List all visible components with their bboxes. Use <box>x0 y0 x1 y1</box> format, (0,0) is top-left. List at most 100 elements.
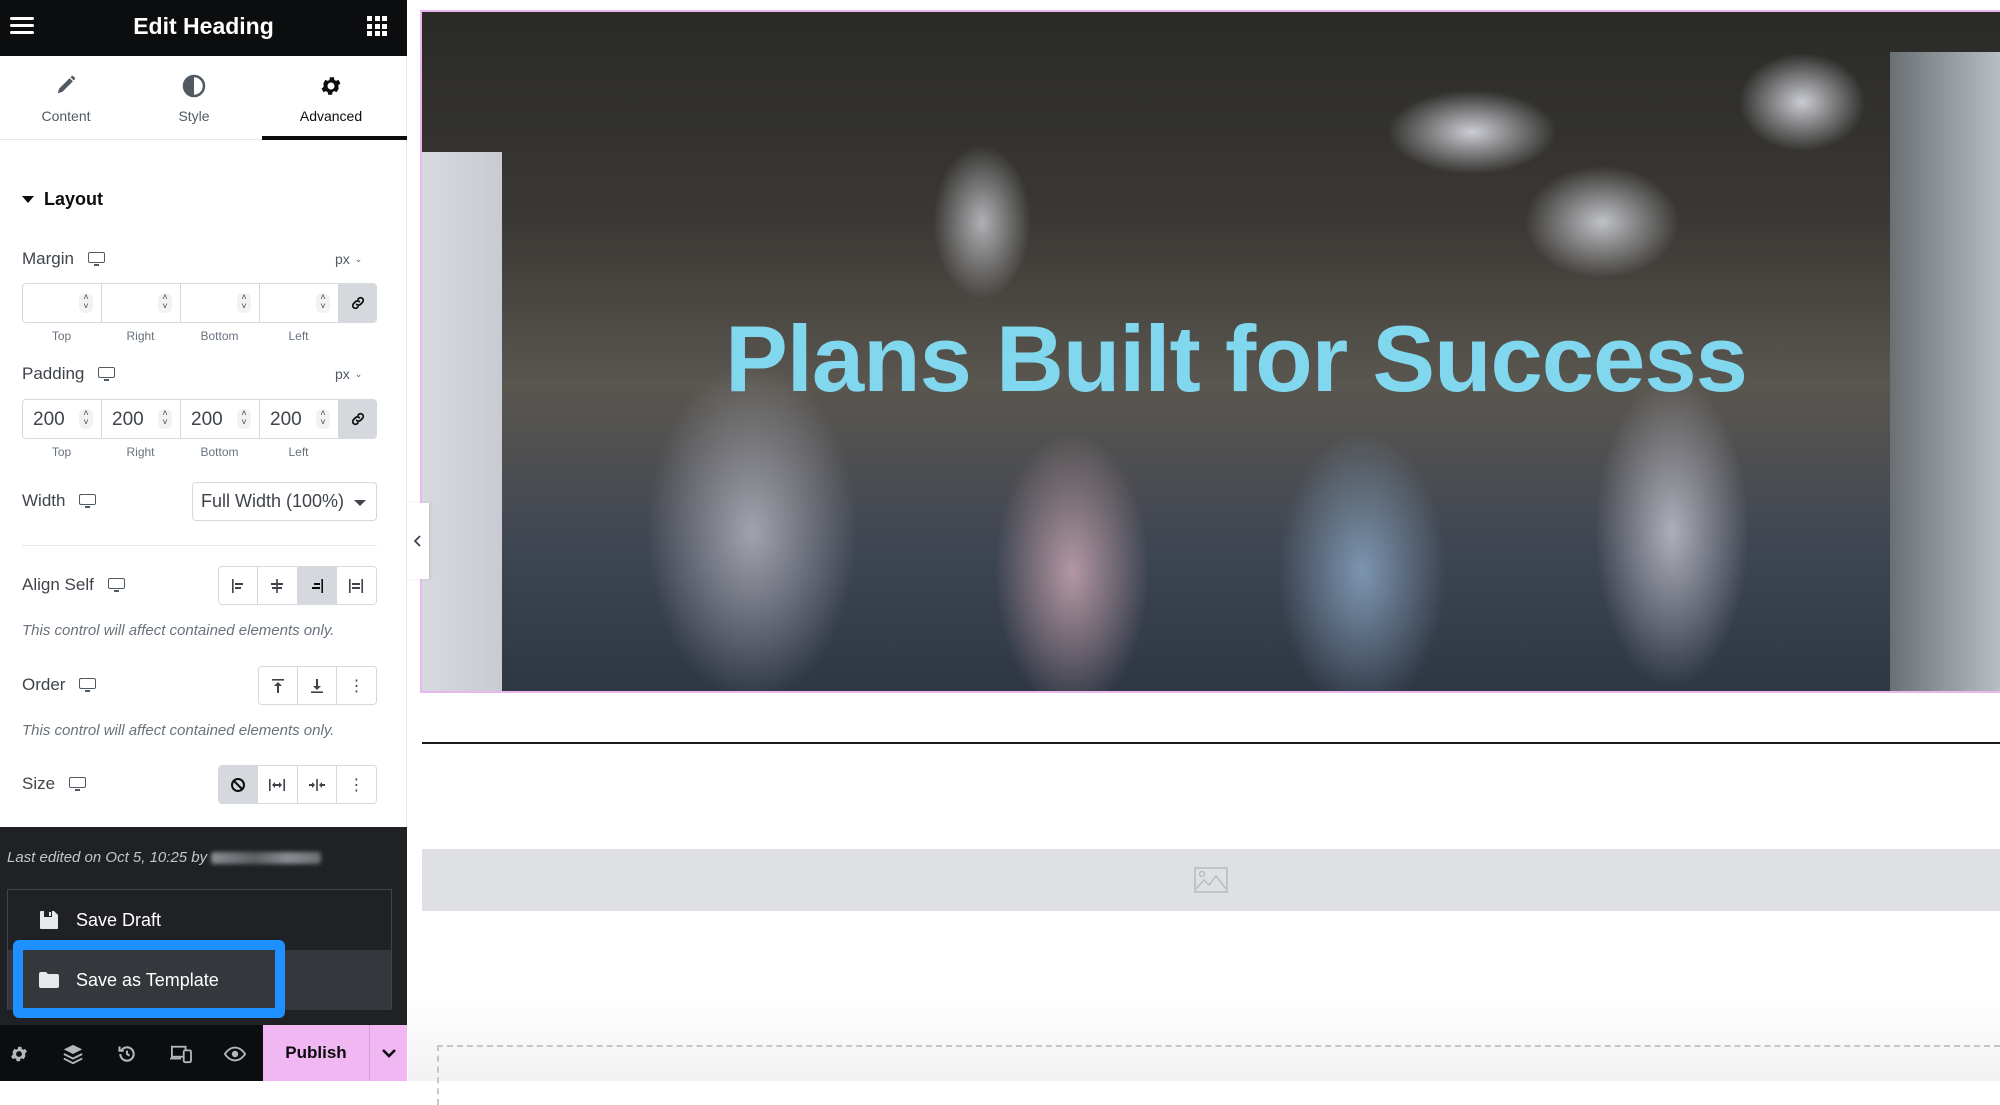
tab-content-label: Content <box>41 108 91 124</box>
align-center-button[interactable] <box>258 567 298 604</box>
padding-left-input[interactable]: 200 ˄ ˅ <box>260 400 339 438</box>
redacted-username <box>211 851 322 864</box>
sublabel-right: Right <box>126 329 155 343</box>
align-center-icon <box>271 578 284 593</box>
link-icon <box>351 412 364 426</box>
stepper-icon[interactable]: ˄ ˅ <box>158 293 172 313</box>
order-custom-button[interactable]: ⋮ <box>337 667 376 704</box>
stepper-icon[interactable]: ˄ ˅ <box>237 293 251 313</box>
desktop-icon[interactable] <box>98 367 116 381</box>
save-as-template-button[interactable]: Save as Template <box>8 950 391 1010</box>
padding-unit-select[interactable]: px ⌄ <box>335 366 362 382</box>
chevron-down-icon: ⌄ <box>354 369 363 379</box>
desktop-icon[interactable] <box>79 678 97 692</box>
margin-right-input[interactable]: ˄ ˅ <box>102 284 181 322</box>
tab-advanced[interactable]: Advanced <box>262 56 407 140</box>
layout-section-toggle[interactable]: Layout <box>22 189 103 210</box>
add-section-dropzone[interactable] <box>437 1045 2000 1105</box>
tab-content[interactable]: Content <box>0 56 132 140</box>
width-label-row: Width <box>22 491 97 511</box>
hero-section[interactable]: Plans Built for Success <box>420 10 2000 693</box>
order-label: Order <box>22 675 66 694</box>
caret-down-icon <box>22 196 34 203</box>
width-select[interactable]: Full Width (100%) <box>192 482 377 521</box>
collapse-panel-button[interactable] <box>407 503 429 579</box>
sublabel-bottom: Bottom <box>200 329 239 343</box>
desktop-icon[interactable] <box>69 777 87 791</box>
align-stretch-icon <box>349 578 364 593</box>
sublabel-left: Left <box>288 329 309 343</box>
margin-unit: px <box>335 251 350 267</box>
sublabel-top: Top <box>51 329 72 343</box>
save-draft-button[interactable]: Save Draft <box>8 890 391 950</box>
link-icon <box>351 296 364 310</box>
layers-icon[interactable] <box>62 1043 84 1065</box>
order-group: ⋮ <box>258 666 377 705</box>
more-vertical-icon: ⋮ <box>348 677 365 695</box>
align-self-note: This control will affect contained eleme… <box>22 622 335 639</box>
padding-label: Padding <box>22 364 85 383</box>
stepper-icon[interactable]: ˄ ˅ <box>79 409 93 429</box>
section-title: Layout <box>44 189 104 209</box>
order-start-button[interactable] <box>259 667 298 704</box>
size-custom-button[interactable]: ⋮ <box>336 766 376 803</box>
link-values-button[interactable] <box>339 284 376 322</box>
stepper-icon[interactable]: ˄ ˅ <box>316 293 330 313</box>
desktop-icon[interactable] <box>107 578 125 592</box>
tab-advanced-label: Advanced <box>299 108 363 124</box>
size-shrink-button[interactable] <box>297 766 337 803</box>
align-start-button[interactable] <box>219 567 259 604</box>
tab-style-label: Style <box>178 108 210 124</box>
align-end-button[interactable] <box>297 567 337 604</box>
panel-header: Edit Heading <box>0 0 407 56</box>
desktop-icon[interactable] <box>79 494 97 508</box>
padding-bottom-input[interactable]: 200 ˄ ˅ <box>181 400 260 438</box>
margin-sublabels: Top Right Bottom Left <box>22 329 338 343</box>
grow-icon <box>269 778 286 791</box>
padding-top-input[interactable]: 200 ˄ ˅ <box>23 400 102 438</box>
margin-unit-select[interactable]: px ⌄ <box>335 251 362 267</box>
stepper-icon[interactable]: ˄ ˅ <box>316 409 330 429</box>
settings-icon[interactable] <box>8 1043 30 1065</box>
last-edited-info: Last edited on Oct 5, 10:25 by <box>7 849 322 866</box>
floppy-disk-icon <box>40 911 58 929</box>
history-icon[interactable] <box>116 1043 138 1065</box>
size-none-button[interactable] <box>219 766 259 803</box>
publish-button[interactable]: Publish <box>263 1025 370 1081</box>
margin-bottom-input[interactable]: ˄ ˅ <box>181 284 260 322</box>
link-values-button[interactable] <box>339 400 376 438</box>
stepper-icon[interactable]: ˄ ˅ <box>79 293 93 313</box>
order-note: This control will affect contained eleme… <box>22 722 335 739</box>
sublabel-top: Top <box>51 445 72 459</box>
more-vertical-icon: ⋮ <box>348 776 365 794</box>
align-stretch-button[interactable] <box>336 567 376 604</box>
chevron-down-icon <box>381 1049 396 1058</box>
publish-label: Publish <box>285 1043 347 1062</box>
save-as-template-label: Save as Template <box>76 969 219 990</box>
stepper-icon[interactable]: ˄ ˅ <box>237 409 251 429</box>
hero-heading[interactable]: Plans Built for Success <box>422 305 2000 413</box>
desktop-icon[interactable] <box>87 252 105 266</box>
ban-icon <box>231 777 246 792</box>
stepper-icon[interactable]: ˄ ˅ <box>158 409 172 429</box>
margin-top-input[interactable]: ˄ ˅ <box>23 284 102 322</box>
margin-label-row: Margin <box>22 249 105 269</box>
publish-options-button[interactable] <box>370 1025 407 1081</box>
responsive-icon[interactable] <box>170 1043 192 1065</box>
size-group: ⋮ <box>218 765 377 804</box>
align-self-label: Align Self <box>22 575 94 594</box>
divider-widget[interactable] <box>422 742 2000 744</box>
padding-right-input[interactable]: 200 ˄ ˅ <box>102 400 181 438</box>
size-grow-button[interactable] <box>258 766 298 803</box>
margin-left-input[interactable]: ˄ ˅ <box>260 284 339 322</box>
sublabel-right: Right <box>126 445 155 459</box>
order-end-button[interactable] <box>298 667 337 704</box>
divider <box>22 545 377 546</box>
align-self-label-row: Align Self <box>22 575 125 595</box>
bottom-toolbar: Publish <box>0 1025 407 1081</box>
image-placeholder[interactable] <box>422 849 2000 911</box>
preview-eye-icon[interactable] <box>224 1043 246 1065</box>
editor-panel: Edit Heading Content Style Advanced Layo… <box>0 0 407 1081</box>
grid-icon[interactable] <box>367 16 387 36</box>
tab-style[interactable]: Style <box>128 56 260 140</box>
